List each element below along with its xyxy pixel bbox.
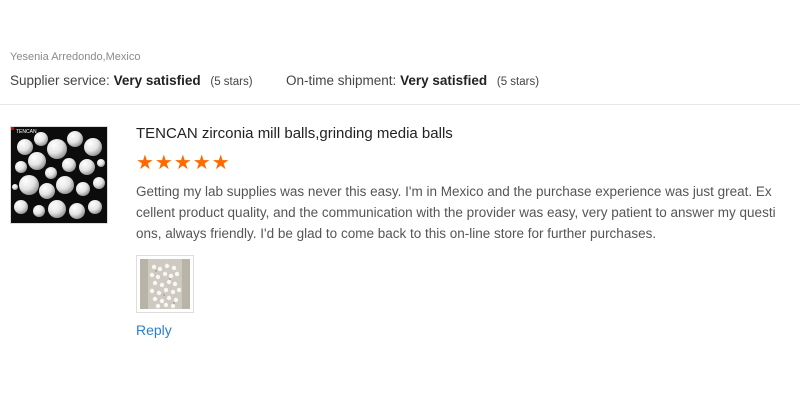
shipment-label: On-time shipment: xyxy=(286,73,397,88)
zirconia-balls-image: TENCAN xyxy=(11,127,107,223)
product-title[interactable]: TENCAN zirconia mill balls,grinding medi… xyxy=(136,125,453,142)
shipment-rating: On-time shipment: Very satisfied (5 star… xyxy=(286,73,539,88)
supplier-service-rating: Supplier service: Very satisfied (5 star… xyxy=(10,73,253,88)
reviewer-name-location: Yesenia Arredondo,Mexico xyxy=(10,51,141,63)
shipment-value: Very satisfied xyxy=(400,73,488,88)
five-star-rating-icon: ★★★★★ xyxy=(136,152,231,174)
reply-link[interactable]: Reply xyxy=(136,322,172,338)
supplier-service-label: Supplier service: xyxy=(10,73,110,88)
tencan-logo-text: TENCAN xyxy=(16,129,37,135)
review-photo-thumbnail[interactable] xyxy=(136,255,194,313)
section-divider xyxy=(0,104,800,105)
product-thumbnail[interactable]: TENCAN xyxy=(10,126,108,224)
supplier-service-value: Very satisfied xyxy=(113,73,201,88)
supplier-service-stars: (5 stars) xyxy=(210,76,253,88)
ball-photo-image xyxy=(140,259,190,309)
review-text: Getting my lab supplies was never this e… xyxy=(136,184,776,241)
review-card: Yesenia Arredondo,Mexico Supplier servic… xyxy=(0,0,800,400)
shipment-stars: (5 stars) xyxy=(496,76,540,88)
ratings-row: Supplier service: Very satisfied (5 star… xyxy=(10,73,539,88)
